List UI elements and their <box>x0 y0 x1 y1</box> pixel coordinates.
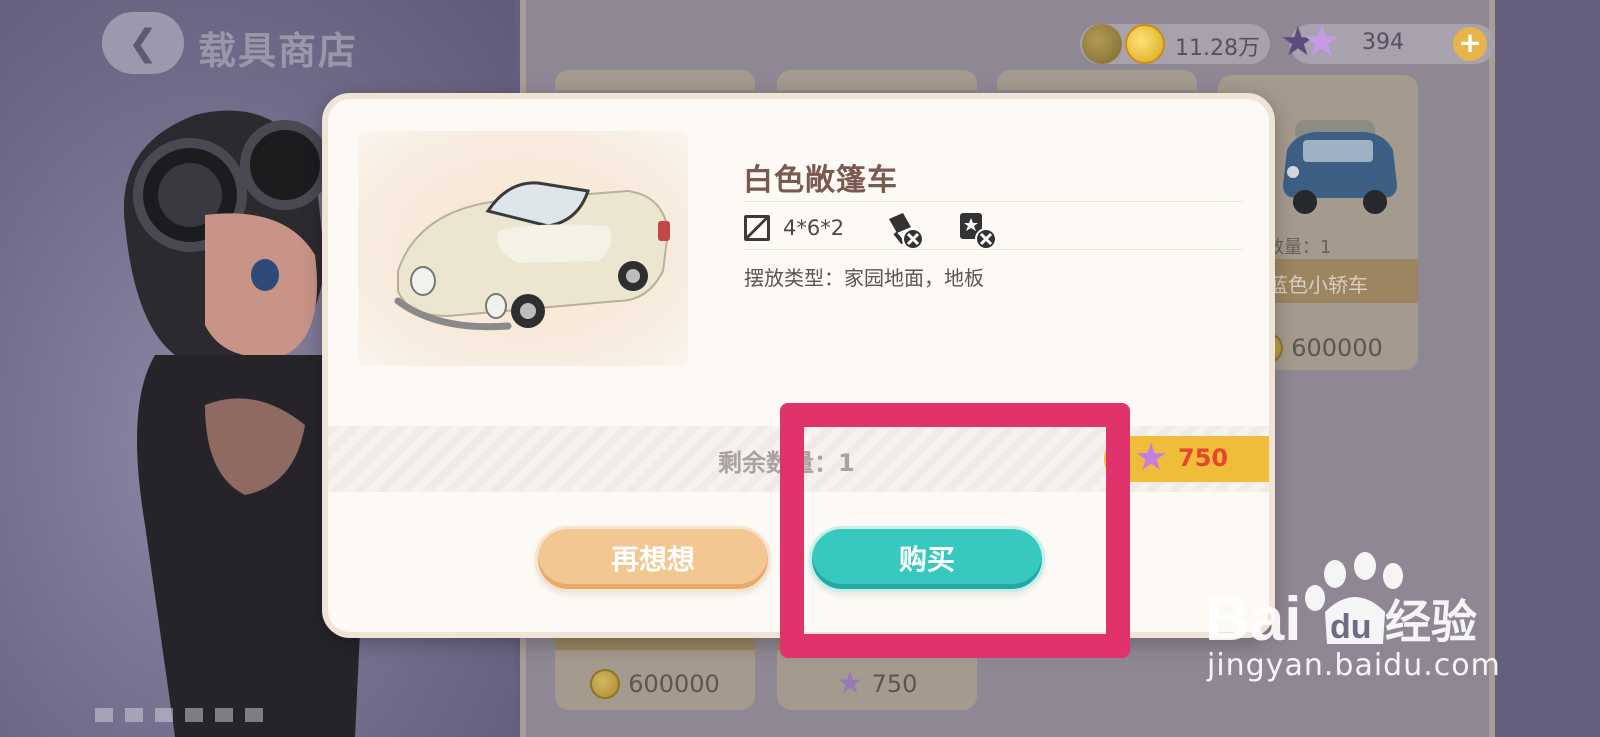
card-price-value: 600000 <box>628 670 720 698</box>
watermark-product: 经验 <box>1385 595 1477 649</box>
decorate-disabled-icon <box>960 213 997 250</box>
star-icon: ★ <box>836 666 864 701</box>
item-size: 4*6*2 <box>783 216 845 240</box>
add-stars-button[interactable]: + <box>1453 27 1487 61</box>
divider <box>743 249 1243 250</box>
item-name: 白色敞篷车 <box>743 163 898 198</box>
price-value: 750 <box>1178 444 1229 472</box>
coin-balance: 11.28万 <box>1080 24 1270 64</box>
page-title: 载具商店 <box>198 29 359 73</box>
shop-card-top-3[interactable] <box>997 70 1197 90</box>
watermark-brand: Bai <box>1205 585 1301 654</box>
size-icon <box>744 215 770 241</box>
interact-disabled-icon <box>889 213 924 250</box>
blurred-text <box>95 708 265 722</box>
star-icon: ★ <box>1134 435 1169 479</box>
shop-card-top-2[interactable] <box>777 70 977 90</box>
watermark-url: jingyan.baidu.com <box>1207 648 1501 683</box>
star-balance: ★ ★ 394 + <box>1280 20 1495 64</box>
coin-icon <box>1082 24 1122 64</box>
chevron-left-icon: ❮ <box>127 22 159 64</box>
divider <box>743 201 1243 202</box>
card-price: 600000 <box>555 662 755 706</box>
card-price-value: 600000 <box>1291 334 1383 362</box>
shop-card-top-1[interactable] <box>555 70 755 90</box>
cancel-button[interactable]: 再想想 <box>535 526 771 592</box>
star-balance-value: 394 <box>1362 30 1404 55</box>
watermark-brand-suffix: du <box>1330 608 1372 646</box>
coin-balance-value: 11.28万 <box>1175 36 1260 61</box>
star-icon: ★ <box>1302 16 1342 67</box>
back-button[interactable]: ❮ <box>102 12 184 74</box>
placement-type: 摆放类型：家园地面，地板 <box>744 266 984 290</box>
item-image-frame <box>358 131 688 366</box>
blue-car-image <box>1283 120 1397 214</box>
white-convertible-image <box>394 181 670 331</box>
coin-icon <box>1125 24 1165 64</box>
highlight-annotation <box>780 403 1130 658</box>
card-price: ★ 750 <box>777 662 977 706</box>
coin-icon <box>590 669 621 699</box>
card-price-value: 750 <box>871 670 918 698</box>
